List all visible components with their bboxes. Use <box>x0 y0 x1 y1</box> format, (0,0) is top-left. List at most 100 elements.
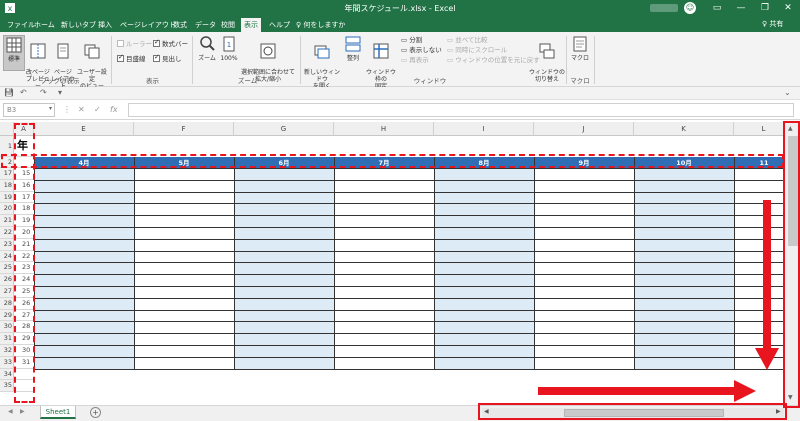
column-header-i[interactable]: I <box>434 122 534 136</box>
tab-new[interactable]: 新しいタブ <box>58 18 99 32</box>
share-button[interactable]: ♀ 共有 <box>762 19 783 29</box>
macros-button[interactable]: マクロ <box>569 35 591 71</box>
page-layout-view-button[interactable]: ページ レイアウト <box>51 35 75 90</box>
sheet-tab-sheet1[interactable]: Sheet1 <box>40 406 76 419</box>
gridlines-checkbox[interactable]: 目盛線 <box>117 53 146 64</box>
chevron-down-icon: ▾ <box>48 105 52 112</box>
collapse-ribbon-icon[interactable]: ⌄ <box>784 88 791 97</box>
normal-view-button[interactable]: 標準 <box>3 35 25 71</box>
column-header-f[interactable]: F <box>134 122 234 136</box>
name-box[interactable]: B3 ▾ <box>3 103 55 117</box>
minimize-button[interactable]: — <box>730 1 752 16</box>
arrange-icon <box>345 36 361 52</box>
row-border <box>34 356 784 358</box>
page-break-preview-button[interactable]: 改ページ プレビュー <box>26 35 50 90</box>
sheet-prev-icon[interactable]: ◀ <box>8 408 13 415</box>
ribbon-tabs: ファイル ホーム 新しいタブ 挿入 ページレイアウト 数式 データ 校閲 表示 … <box>0 17 800 32</box>
hide-button[interactable]: ▭ 表示しない <box>401 46 442 55</box>
zoom-button[interactable]: ズーム <box>197 35 217 71</box>
freeze-panes-button[interactable]: ウィンドウ枠の 固定 <box>364 35 398 90</box>
row-header[interactable]: 29 <box>0 309 14 322</box>
row-header[interactable]: 35 <box>0 380 14 393</box>
row-header[interactable]: 24 <box>0 250 14 263</box>
sync-scroll-button[interactable]: ▭ 同時にスクロール <box>447 46 507 55</box>
insert-function-icon[interactable]: fx <box>110 105 118 114</box>
new-window-button[interactable]: 新しいウィンドウ を開く <box>303 35 341 90</box>
row-header[interactable]: 19 <box>0 191 14 204</box>
select-all-corner[interactable] <box>0 122 14 136</box>
row-header[interactable]: 18 <box>0 179 14 192</box>
redo-icon[interactable]: ↷ <box>40 88 47 97</box>
reset-window-position-button[interactable]: ▭ ウィンドウの位置を元に戻す <box>447 56 540 65</box>
enter-icon[interactable]: ✓ <box>94 105 101 114</box>
row-border <box>34 215 784 217</box>
row-header[interactable]: 20 <box>0 203 14 216</box>
close-button[interactable]: ✕ <box>777 1 799 16</box>
cancel-icon[interactable]: ✕ <box>78 105 85 114</box>
row-border <box>34 191 784 193</box>
row-header[interactable]: 27 <box>0 286 14 298</box>
sheet-next-icon[interactable]: ▶ <box>20 408 25 415</box>
group-label-zoom: ズーム <box>237 77 258 85</box>
column-header-k[interactable]: K <box>634 122 734 136</box>
shaded-column <box>34 168 134 369</box>
row-header[interactable]: 34 <box>0 368 14 381</box>
ruler-checkbox[interactable]: ルーラー <box>117 40 152 49</box>
save-icon[interactable]: 💾︎ <box>4 88 14 97</box>
tab-tell-me[interactable]: ♀ 何をしますか <box>293 18 348 32</box>
ribbon-display-icon[interactable]: ▭ <box>706 1 728 16</box>
row-header[interactable]: 33 <box>0 356 14 369</box>
column-header-g[interactable]: G <box>234 122 334 136</box>
row-header[interactable]: 30 <box>0 321 14 334</box>
row-header[interactable]: 28 <box>0 297 14 310</box>
formula-bar-checkbox[interactable]: 数式バー <box>153 38 188 49</box>
unhide-button[interactable]: ▭ 再表示 <box>401 56 429 65</box>
restore-button[interactable]: ❐ <box>754 1 776 16</box>
add-sheet-icon[interactable]: + <box>90 407 101 418</box>
row-header[interactable]: 26 <box>0 274 14 286</box>
undo-icon[interactable]: ↶ <box>20 88 27 97</box>
row-header[interactable]: 31 <box>0 333 14 345</box>
tab-help[interactable]: ヘルプ <box>266 18 293 32</box>
column-border <box>534 157 535 369</box>
switch-windows-icon <box>539 43 555 59</box>
row-header[interactable]: 17 <box>0 168 14 180</box>
row-border <box>34 297 784 299</box>
column-header-h[interactable]: H <box>334 122 434 136</box>
column-header-l[interactable]: L <box>734 122 784 136</box>
headings-checkbox[interactable]: 見出し <box>153 53 182 64</box>
row-border <box>34 179 784 181</box>
row-border <box>34 203 784 205</box>
group-separator <box>300 36 301 84</box>
row-header[interactable]: 23 <box>0 238 14 251</box>
row-header[interactable]: 22 <box>0 227 14 239</box>
tab-formulas[interactable]: 数式 <box>170 18 190 32</box>
column-header-e[interactable]: E <box>34 122 134 136</box>
tab-view[interactable]: 表示 <box>241 18 261 32</box>
group-separator <box>566 36 567 84</box>
zoom-selection-button[interactable]: 選択範囲に合わせて 拡大/縮小 <box>240 35 296 83</box>
tab-data[interactable]: データ <box>192 18 219 32</box>
row-border <box>34 250 784 252</box>
row-header[interactable]: 25 <box>0 262 14 275</box>
group-label-window: ウィンドウ <box>413 77 447 85</box>
column-border <box>334 157 335 369</box>
tab-review[interactable]: 校閲 <box>218 18 238 32</box>
avatar-icon[interactable]: ☺ <box>684 2 696 14</box>
split-button[interactable]: ▭ 分割 <box>401 36 422 45</box>
formula-input[interactable] <box>128 103 794 117</box>
arrange-button[interactable]: 整列 <box>343 35 363 71</box>
row-header[interactable]: 21 <box>0 215 14 227</box>
custom-view-button[interactable]: ユーザー設定 のビュー <box>76 35 108 90</box>
side-by-side-button[interactable]: ▭ 並べて比較 <box>447 36 487 45</box>
column-header-j[interactable]: J <box>534 122 634 136</box>
switch-windows-button[interactable]: ウィンドウの 切り替え <box>529 35 565 83</box>
customize-qat-icon[interactable]: ▾ <box>58 88 62 97</box>
page-break-icon <box>30 43 46 59</box>
tab-home[interactable]: ホーム <box>31 18 58 32</box>
zoom-100-button[interactable]: 1 100% <box>219 35 239 71</box>
tab-insert[interactable]: 挿入 <box>95 18 115 32</box>
row-border <box>34 368 784 370</box>
row-header[interactable]: 32 <box>0 345 14 357</box>
group-separator <box>594 36 595 84</box>
